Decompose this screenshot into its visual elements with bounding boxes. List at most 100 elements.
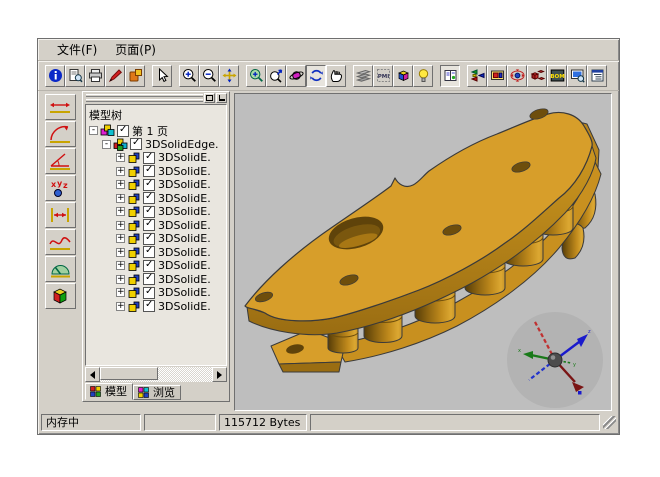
tree-node-label: 3DSolidE. [158,178,211,191]
coordinate-dimension-button[interactable]: xyz [45,175,76,201]
light-button[interactable] [413,65,433,87]
radius-dimension-button[interactable] [45,121,76,147]
viewport-canvas[interactable]: y z x [235,94,611,410]
preview-window-button[interactable] [567,65,587,87]
box-3d-button[interactable] [45,283,76,309]
distance-dimension-button[interactable] [45,202,76,228]
expander-icon[interactable] [89,126,98,135]
toolbar-separator [346,65,353,87]
expander-icon[interactable] [116,207,125,216]
checkbox[interactable] [143,206,155,218]
tree-node-part[interactable]: 3DSolidE. [86,246,226,260]
checkbox[interactable] [143,260,155,272]
checkbox[interactable] [143,287,155,299]
tree-node-page[interactable]: 第 1 页 [86,124,226,138]
edit-pen-button[interactable] [105,65,125,87]
angle-dimension-button[interactable] [45,148,76,174]
hand-pan-button[interactable] [326,65,346,87]
zoom-out-button[interactable] [199,65,219,87]
scrollbar-track[interactable] [100,367,212,382]
bom-button[interactable]: BOM [547,65,567,87]
expander-icon[interactable] [116,275,125,284]
linear-dimension-button[interactable] [45,94,76,120]
model-tree[interactable]: 模型树 第 1 页 3DSolidEdge. 3DSolidE. 3DSolid… [85,104,227,366]
expander-icon[interactable] [116,302,125,311]
scroll-left-button[interactable] [85,367,100,382]
tab-label: 模型 [105,383,127,399]
checkbox[interactable] [143,233,155,245]
scrollbar-thumb[interactable] [100,367,158,380]
tree-node-part[interactable]: 3DSolidE. [86,178,226,192]
status-field-2 [144,414,216,431]
tree-node-part[interactable]: 3DSolidE. [86,232,226,246]
color-settings-button[interactable] [125,65,145,87]
toolbar-separator [460,65,467,87]
tree-node-part[interactable]: 3DSolidE. [86,192,226,206]
expander-icon[interactable] [116,194,125,203]
browser-panel-button[interactable] [440,65,460,87]
resize-grip[interactable] [603,416,616,429]
zoom-dynamic-icon [269,68,284,83]
viewport[interactable]: y z x [234,93,612,411]
tree-node-part[interactable]: 3DSolidE. [86,205,226,219]
expander-icon[interactable] [116,167,125,176]
checkbox[interactable] [143,300,155,312]
layers-button[interactable] [353,65,373,87]
tree-node-part[interactable]: 3DSolidE. [86,286,226,300]
zoom-dynamic-button[interactable] [266,65,286,87]
checkbox[interactable] [130,138,142,150]
pan-button[interactable] [219,65,239,87]
shaded-view-button[interactable] [393,65,413,87]
open-preview-button[interactable] [65,65,85,87]
scroll-right-button[interactable] [212,367,227,382]
expander-icon[interactable] [116,288,125,297]
explode-button[interactable] [527,65,547,87]
zoom-in-button[interactable] [179,65,199,87]
tree-window-button[interactable] [587,65,607,87]
tree-node-part[interactable]: 3DSolidE. [86,300,226,314]
checkbox[interactable] [143,179,155,191]
tree-node-part[interactable]: 3DSolidE. [86,273,226,287]
select-cursor-icon [155,68,170,83]
tree-node-part[interactable]: 3DSolidE. [86,259,226,273]
panel-grip[interactable] [83,92,229,103]
tab-model[interactable]: 模型 [85,383,133,400]
select-button[interactable] [152,65,172,87]
expander-icon[interactable] [116,221,125,230]
tree-horizontal-scrollbar[interactable] [85,367,227,382]
orbit-button[interactable] [286,65,306,87]
checkbox[interactable] [143,192,155,204]
panel-float-button[interactable] [204,93,215,103]
expander-icon[interactable] [116,180,125,189]
panel-collapse-button[interactable] [216,93,227,103]
checkbox[interactable] [143,273,155,285]
menu-page[interactable]: 页面(P) [106,39,165,60]
expander-icon[interactable] [116,153,125,162]
tree-node-part[interactable]: 3DSolidE. [86,165,226,179]
about-button[interactable] [45,65,65,87]
about-icon [48,68,63,83]
checkbox[interactable] [143,219,155,231]
checkbox[interactable] [117,125,129,137]
refresh-button[interactable] [306,65,326,87]
gauge-button[interactable] [45,256,76,282]
checkbox[interactable] [143,165,155,177]
expander-icon[interactable] [116,234,125,243]
curve-dimension-button[interactable] [45,229,76,255]
tab-browse[interactable]: 浏览 [133,385,181,400]
expander-icon[interactable] [116,261,125,270]
modules-button[interactable] [467,65,487,87]
print-button[interactable] [85,65,105,87]
tree-node-assembly[interactable]: 3DSolidEdge. [86,138,226,152]
checkbox[interactable] [143,152,155,164]
tree-node-part[interactable]: 3DSolidE. [86,151,226,165]
tree-node-part[interactable]: 3DSolidE. [86,219,226,233]
view-config-button[interactable] [487,65,507,87]
rotate-views-button[interactable] [507,65,527,87]
checkbox[interactable] [143,246,155,258]
pmi-button[interactable]: PMI [373,65,393,87]
menu-file[interactable]: 文件(F) [48,39,106,60]
expander-icon[interactable] [116,248,125,257]
zoom-window-button[interactable] [246,65,266,87]
expander-icon[interactable] [102,140,111,149]
